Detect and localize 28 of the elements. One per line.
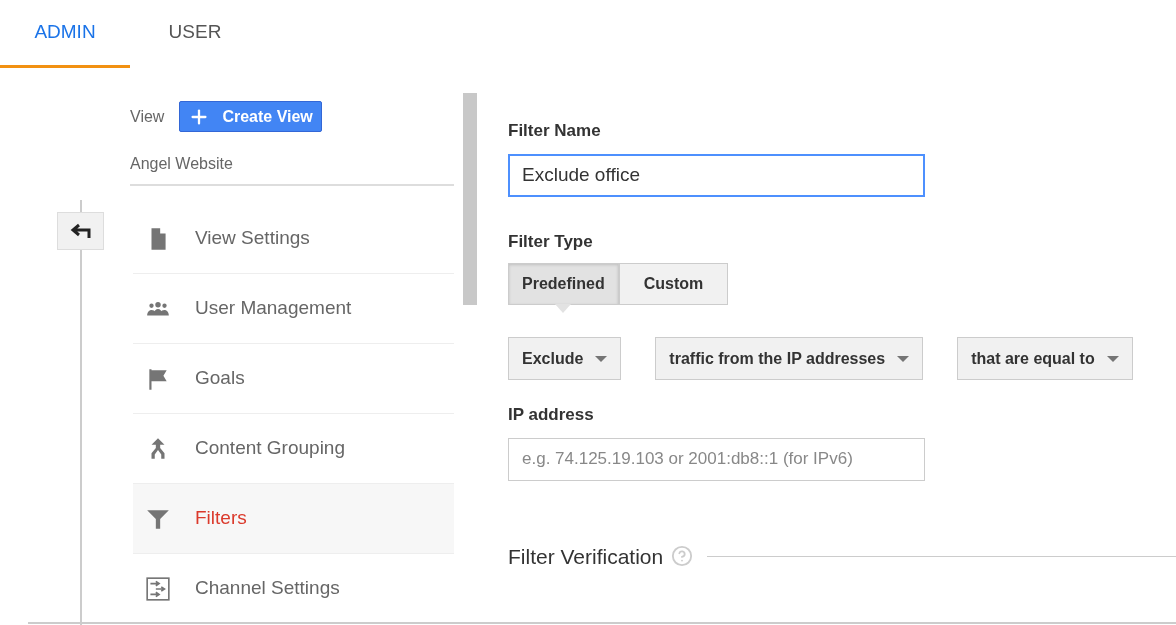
- pointer-icon: [555, 304, 572, 313]
- tab[interactable]: ADMIN: [0, 0, 130, 68]
- nav-item[interactable]: Filters: [133, 484, 454, 554]
- back-button[interactable]: [57, 212, 104, 250]
- caret-icon: [595, 355, 608, 362]
- help-icon[interactable]: [671, 545, 694, 568]
- view-name: Angel Website: [130, 152, 454, 186]
- filter-name-input[interactable]: Exclude office: [508, 153, 925, 197]
- create-view-button[interactable]: Create View: [179, 101, 322, 132]
- condition-dropdown[interactable]: traffic from the IP addresses: [655, 337, 924, 380]
- nav-item[interactable]: Goals: [133, 344, 454, 414]
- nav-item[interactable]: User Management: [133, 274, 454, 344]
- caret-icon: [1106, 355, 1119, 362]
- condition-dropdown[interactable]: that are equal to: [957, 337, 1133, 380]
- filter-type-toggle[interactable]: Custom: [618, 263, 729, 305]
- back-arrow-icon: [69, 223, 92, 239]
- ip-address-input[interactable]: e.g. 74.125.19.103 or 2001:db8::1 (for IPv6): [508, 437, 925, 481]
- scrollbar[interactable]: [463, 93, 477, 305]
- caret-icon: [897, 355, 910, 362]
- field-label: Filter Name: [508, 120, 602, 142]
- field-label: IP address: [508, 404, 595, 426]
- field-label: Filter Type: [508, 230, 594, 253]
- section-title: Filter Verification: [508, 543, 664, 570]
- nav-item[interactable]: View Settings: [133, 204, 454, 274]
- channel-arrows-icon: [145, 575, 171, 602]
- view-label: View: [130, 106, 165, 127]
- tab[interactable]: USER: [130, 0, 260, 68]
- condition-dropdown[interactable]: Exclude: [508, 337, 622, 380]
